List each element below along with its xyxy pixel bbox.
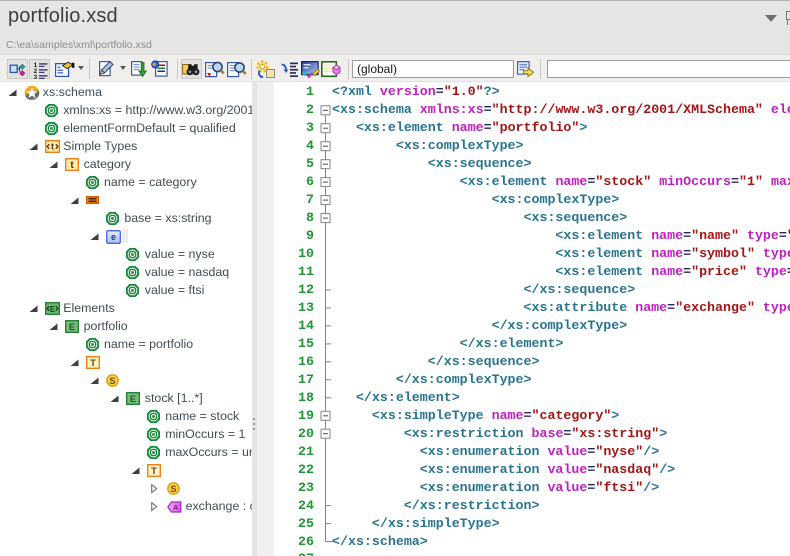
svg-text:T: T [151, 466, 157, 477]
svg-text:E: E [50, 305, 56, 314]
svg-text:t: t [51, 142, 54, 152]
svg-text:T: T [90, 358, 96, 369]
svg-text:S: S [171, 484, 177, 494]
svg-text:A: A [173, 503, 179, 512]
svg-text:E: E [69, 322, 75, 333]
svg-text:e: e [111, 232, 116, 242]
svg-text:S: S [109, 376, 115, 386]
svg-text:E: E [130, 394, 136, 405]
svg-text:3: 3 [33, 74, 37, 81]
